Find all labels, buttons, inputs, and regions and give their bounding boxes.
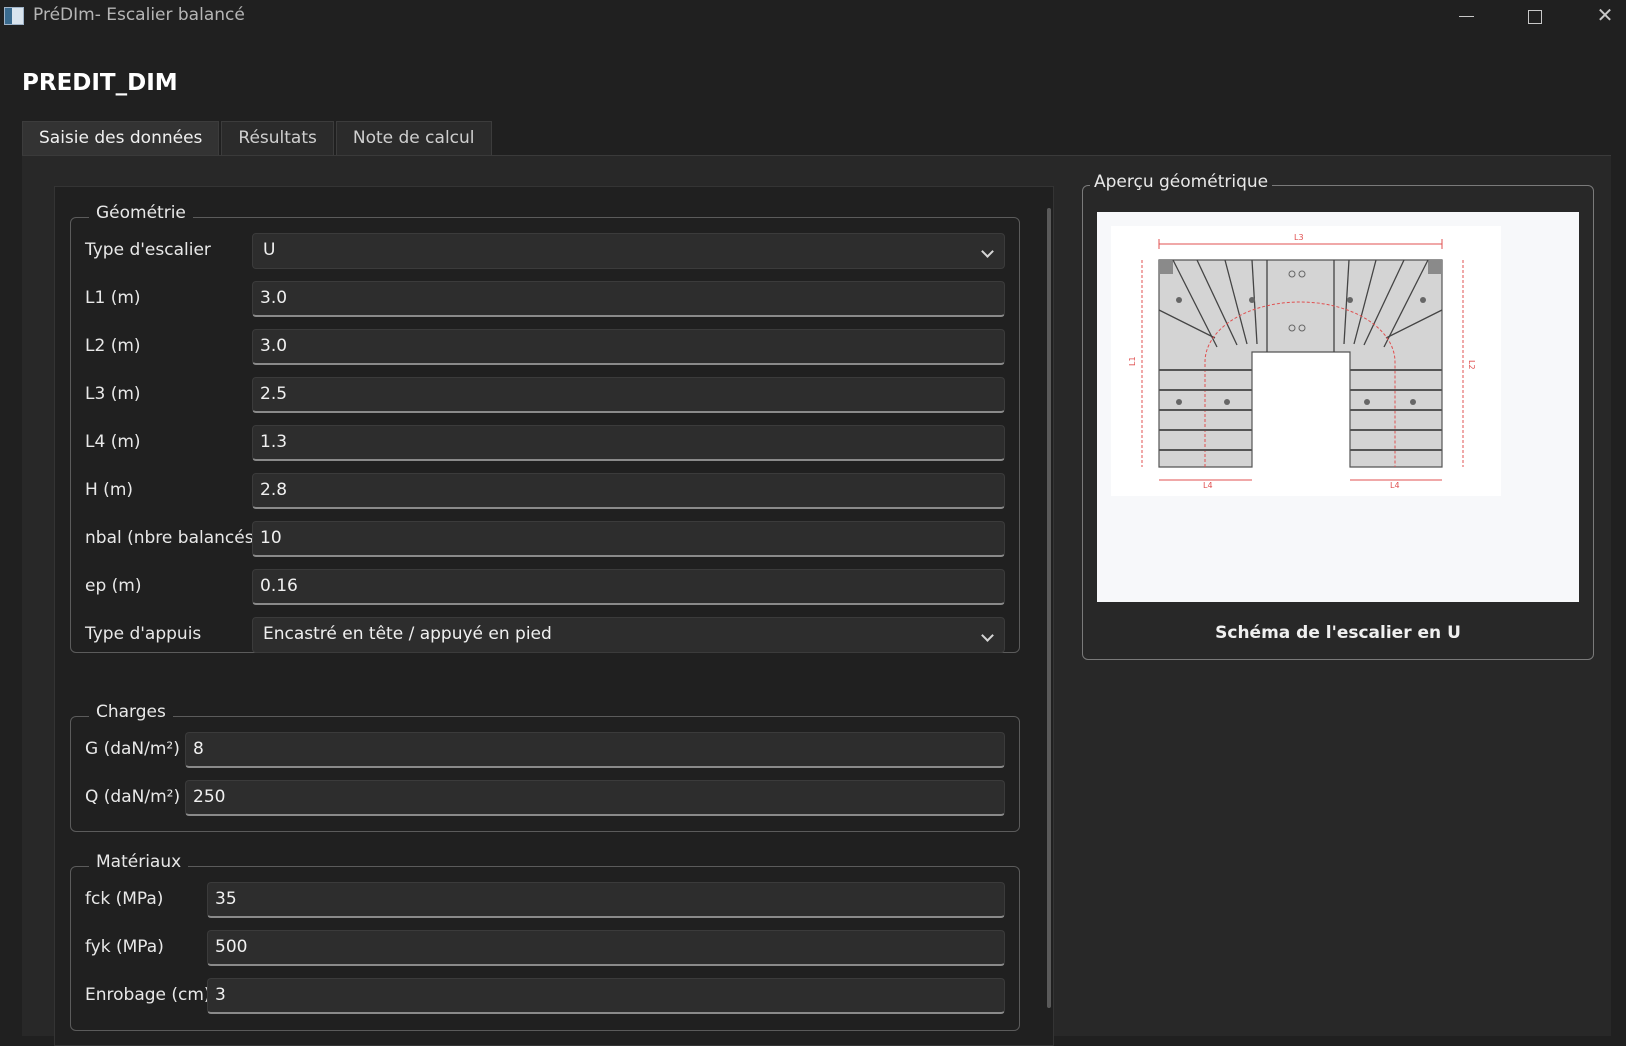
tab-note-de-calcul[interactable]: Note de calcul [335,121,492,155]
l4-input[interactable]: 1.3 [252,425,1005,461]
l2-input[interactable]: 3.0 [252,329,1005,365]
staircase-drawing: L3 L1 L2 L4 L4 [1097,212,1579,602]
group-title-geometrie: Géométrie [89,203,193,223]
row-nbal: nbal (nbre balancés) 10 [85,521,1005,557]
type-appuis-select[interactable]: Encastré en tête / appuyé en pied [252,617,1005,653]
label-type-appuis: Type d'appuis [85,624,202,644]
maximize-icon [1528,9,1542,24]
group-geometrie: Géométrie Type d'escalier U L1 (m) 3.0 L… [70,203,1020,653]
label-l3: L3 (m) [85,384,141,404]
app-title: PREDIT_DIM [22,70,178,96]
group-apercu: Aperçu géométrique L3 L1 L2 L4 L4 Schéma… [1082,172,1594,660]
label-h: H (m) [85,480,134,500]
label-ep: ep (m) [85,576,142,596]
close-button[interactable]: ✕ [1575,0,1626,34]
group-charges: Charges G (daN/m²) 8 Q (daN/m²) 250 [70,702,1020,832]
window-titlebar: PréDIm- Escalier balancé ✕ [0,0,1626,34]
group-title-materiaux: Matériaux [89,852,189,872]
chevron-down-icon [981,245,994,258]
dim-label-top: L3 [1294,233,1304,242]
u-stair-schematic: L3 L1 L2 L4 L4 [1111,226,1501,496]
app-icon [4,7,24,25]
type-escalier-value: U [263,240,276,260]
row-fck: fck (MPa) 35 [85,882,1005,918]
row-type-escalier: Type d'escalier U [85,233,1005,269]
nbal-input[interactable]: 10 [252,521,1005,557]
g-input[interactable]: 8 [185,732,1005,768]
group-title-charges: Charges [89,702,173,722]
label-fyk: fyk (MPa) [85,937,164,957]
dim-label-bottom-right: L4 [1390,481,1400,490]
ep-input[interactable]: 0.16 [252,569,1005,605]
label-q: Q (daN/m²) [85,787,181,807]
group-title-apercu: Aperçu géométrique [1090,172,1273,192]
vertical-scrollbar[interactable] [1047,208,1051,1008]
label-g: G (daN/m²) [85,739,180,759]
l1-input[interactable]: 3.0 [252,281,1005,317]
label-l2: L2 (m) [85,336,141,356]
type-escalier-select[interactable]: U [252,233,1005,269]
preview-caption: Schéma de l'escalier en U [1215,623,1461,643]
q-input[interactable]: 250 [185,780,1005,816]
row-l3: L3 (m) 2.5 [85,377,1005,413]
tab-resultats[interactable]: Résultats [221,121,334,155]
tab-pane-saisie: Géométrie Type d'escalier U L1 (m) 3.0 L… [22,155,1611,1046]
label-fck: fck (MPa) [85,889,164,909]
label-type-escalier: Type d'escalier [85,240,211,260]
window-title: PréDIm- Escalier balancé [33,5,245,25]
h-input[interactable]: 2.8 [252,473,1005,509]
label-enrobage: Enrobage (cm) [85,985,211,1005]
type-escalier-dropdown-button[interactable] [968,234,1004,270]
row-h: H (m) 2.8 [85,473,1005,509]
type-appuis-value: Encastré en tête / appuyé en pied [263,624,552,644]
row-ep: ep (m) 0.16 [85,569,1005,605]
type-appuis-dropdown-button[interactable] [968,618,1004,654]
fyk-input[interactable]: 500 [207,930,1005,966]
dim-label-bottom-left: L4 [1203,481,1213,490]
row-enrobage: Enrobage (cm) 3 [85,978,1005,1014]
tab-bar: Saisie des données Résultats Note de cal… [22,121,494,155]
row-q: Q (daN/m²) 250 [85,780,1005,816]
tab-saisie[interactable]: Saisie des données [22,121,220,155]
dim-label-right: L2 [1467,360,1476,370]
enrobage-input[interactable]: 3 [207,978,1005,1014]
label-nbal: nbal (nbre balancés) [85,528,261,548]
label-l4: L4 (m) [85,432,141,452]
l3-input[interactable]: 2.5 [252,377,1005,413]
label-l1: L1 (m) [85,288,141,308]
close-icon: ✕ [1596,3,1614,27]
group-materiaux: Matériaux fck (MPa) 35 fyk (MPa) 500 Enr… [70,852,1020,1031]
input-scroll-area: Géométrie Type d'escalier U L1 (m) 3.0 L… [54,186,1054,1046]
maximize-button[interactable] [1505,0,1565,34]
row-fyk: fyk (MPa) 500 [85,930,1005,966]
row-type-appuis: Type d'appuis Encastré en tête / appuyé … [85,617,1005,653]
fck-input[interactable]: 35 [207,882,1005,918]
dim-label-left: L1 [1128,356,1137,366]
minimize-button[interactable] [1436,0,1496,34]
row-l2: L2 (m) 3.0 [85,329,1005,365]
row-g: G (daN/m²) 8 [85,732,1005,768]
minimize-icon [1458,15,1474,18]
row-l1: L1 (m) 3.0 [85,281,1005,317]
chevron-down-icon [981,629,994,642]
row-l4: L4 (m) 1.3 [85,425,1005,461]
